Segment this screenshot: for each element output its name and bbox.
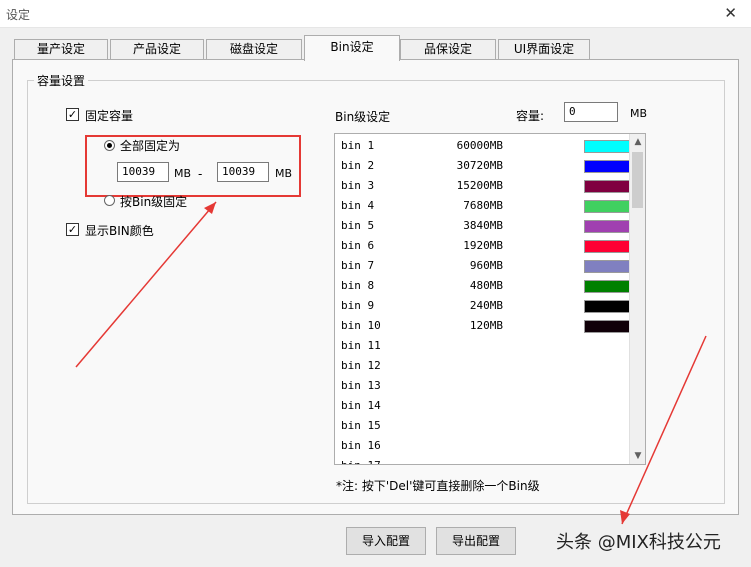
tab-bin[interactable]: Bin设定: [304, 35, 400, 61]
arrow-line-right: [621, 335, 707, 525]
arrow-line-left: [75, 201, 217, 368]
watermark: 头条 @MIX科技公元: [556, 532, 721, 553]
arrow-head-left: [204, 202, 216, 214]
annotation-arrows: [75, 201, 707, 525]
arrow-head-right: [620, 510, 630, 524]
